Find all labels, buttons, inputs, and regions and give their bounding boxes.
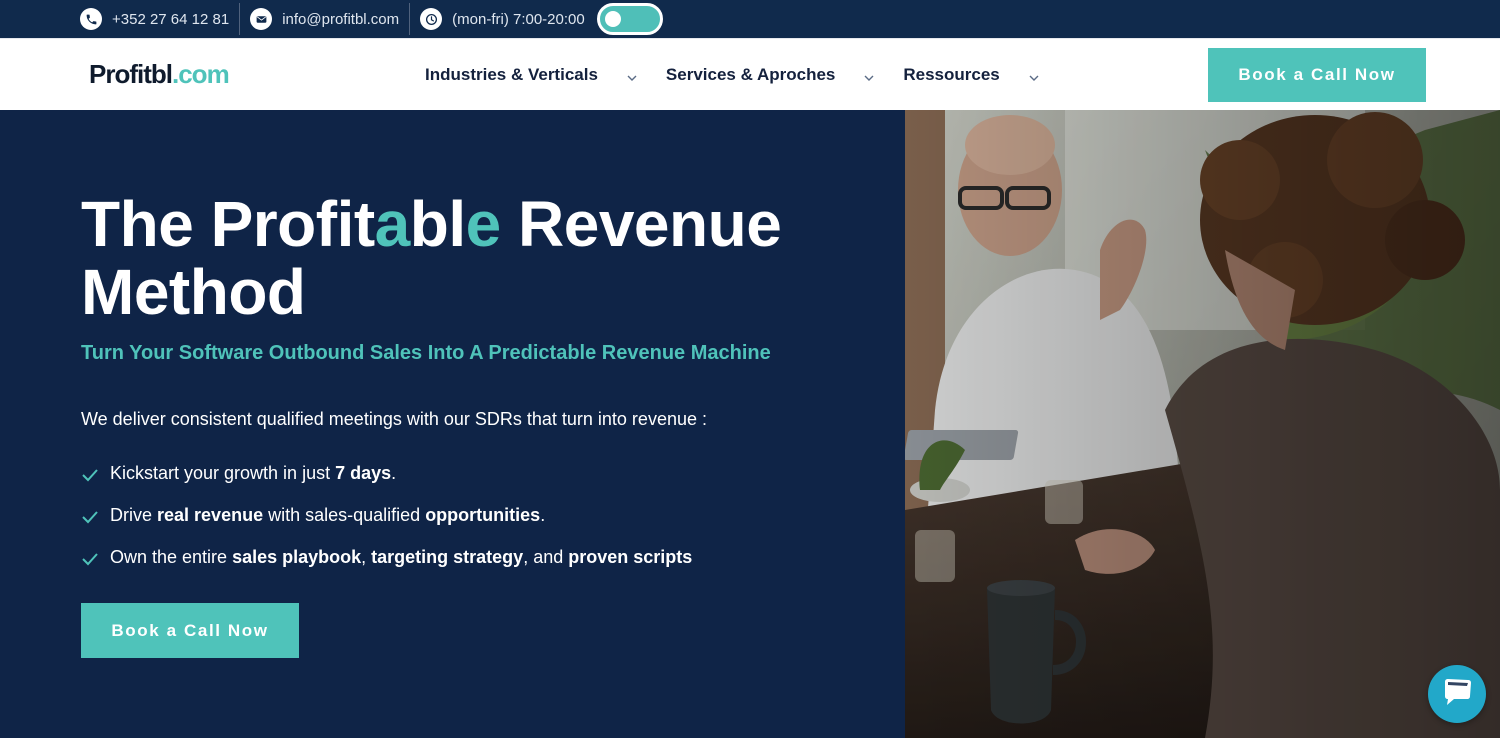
divider	[239, 3, 241, 35]
theme-toggle[interactable]	[596, 3, 663, 35]
list-item: Own the entire sales playbook, targeting…	[81, 544, 692, 570]
logo-wordmark: Profitbl	[89, 59, 173, 89]
envelope-icon	[250, 8, 273, 30]
title-highlight: a	[374, 188, 411, 260]
hero-subtitle: Turn Your Software Outbound Sales Into A…	[81, 342, 771, 364]
nav-industries-verticals[interactable]: Industries & Verticals	[425, 65, 666, 85]
chevron-down-icon	[626, 69, 638, 81]
chevron-down-icon	[1028, 69, 1040, 81]
toggle-knob	[604, 11, 621, 27]
title-text: The Profit	[81, 188, 375, 260]
chevron-down-icon	[863, 69, 875, 81]
check-icon	[81, 550, 99, 566]
bullet-text: Drive real revenue with sales-qualified …	[110, 504, 546, 525]
bullet-text: Kickstart your growth in just 7 days.	[110, 462, 397, 483]
header-book-call-button[interactable]: Book a Call Now	[1208, 48, 1426, 102]
hours-text: (mon-fri) 7:00-20:00	[452, 10, 585, 28]
benefit-list: Kickstart your growth in just 7 days. Dr…	[81, 460, 692, 586]
divider	[409, 3, 411, 35]
nav-ressources[interactable]: Ressources	[903, 65, 1067, 85]
hero-section: The Profitable Revenue Method Turn Your …	[0, 110, 905, 738]
nav-label: Industries & Verticals	[425, 65, 598, 84]
chat-widget-button[interactable]	[1428, 665, 1486, 723]
phone-contact[interactable]: +352 27 64 12 81	[80, 0, 229, 38]
main-nav: Industries & Verticals Services & Aproch…	[425, 39, 1068, 111]
clock-icon	[420, 8, 443, 30]
chat-bubble-icon	[1442, 678, 1472, 711]
logo-domain: .com	[172, 59, 230, 89]
top-contact-bar: +352 27 64 12 81 info@profitbl.com (mon-…	[0, 0, 1500, 38]
site-header: Profitbl.com Industries & Verticals Serv…	[0, 38, 1500, 110]
email-contact[interactable]: info@profitbl.com	[250, 0, 399, 38]
phone-icon	[80, 8, 102, 30]
list-item: Kickstart your growth in just 7 days.	[81, 460, 692, 486]
nav-label: Ressources	[903, 65, 1000, 84]
check-icon	[81, 466, 99, 482]
site-logo[interactable]: Profitbl.com	[89, 59, 230, 90]
nav-services-aproches[interactable]: Services & Aproches	[666, 65, 903, 85]
opening-hours: (mon-fri) 7:00-20:00	[420, 0, 585, 38]
email-address: info@profitbl.com	[282, 10, 400, 28]
phone-number: +352 27 64 12 81	[112, 10, 230, 28]
hero-photo	[905, 110, 1500, 738]
hero-book-call-button[interactable]: Book a Call Now	[81, 603, 299, 658]
list-item: Drive real revenue with sales-qualified …	[81, 502, 692, 528]
hero-title: The Profitable Revenue Method	[81, 190, 861, 326]
bullet-text: Own the entire sales playbook, targeting…	[110, 546, 693, 567]
nav-label: Services & Aproches	[665, 65, 836, 84]
title-highlight: e	[465, 188, 502, 260]
meeting-photo-illustration	[905, 110, 1500, 738]
hero-lead: We deliver consistent qualified meetings…	[81, 409, 707, 429]
title-text: bl	[409, 188, 466, 260]
check-icon	[81, 508, 99, 524]
